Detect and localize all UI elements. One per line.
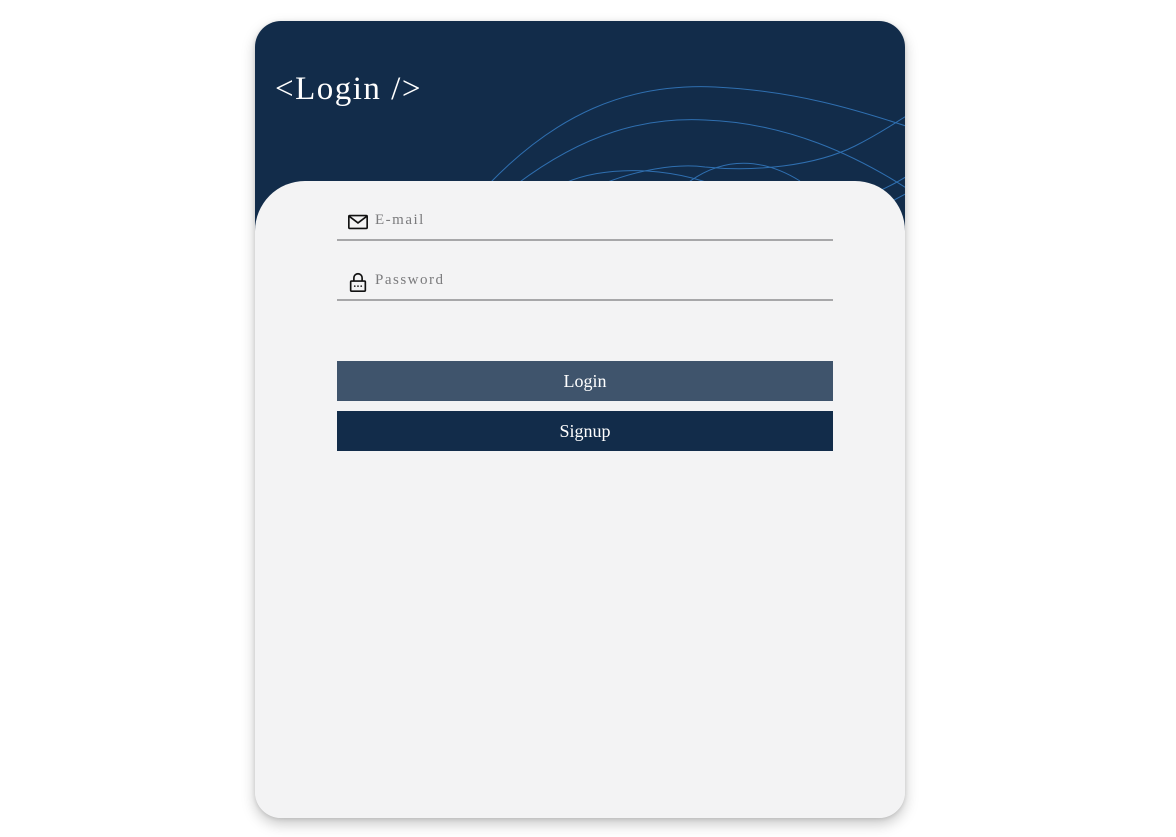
mail-icon bbox=[348, 214, 368, 230]
email-input[interactable] bbox=[375, 207, 815, 233]
login-form: Login Signup bbox=[255, 181, 905, 818]
login-button[interactable]: Login bbox=[337, 361, 833, 401]
password-input[interactable] bbox=[375, 267, 815, 293]
login-card: <Login /> Login Signup bbox=[255, 21, 905, 818]
password-field bbox=[337, 261, 833, 301]
signup-button[interactable]: Signup bbox=[337, 411, 833, 451]
page-title: <Login /> bbox=[275, 71, 422, 107]
email-field bbox=[337, 201, 833, 241]
lock-icon bbox=[349, 272, 367, 292]
